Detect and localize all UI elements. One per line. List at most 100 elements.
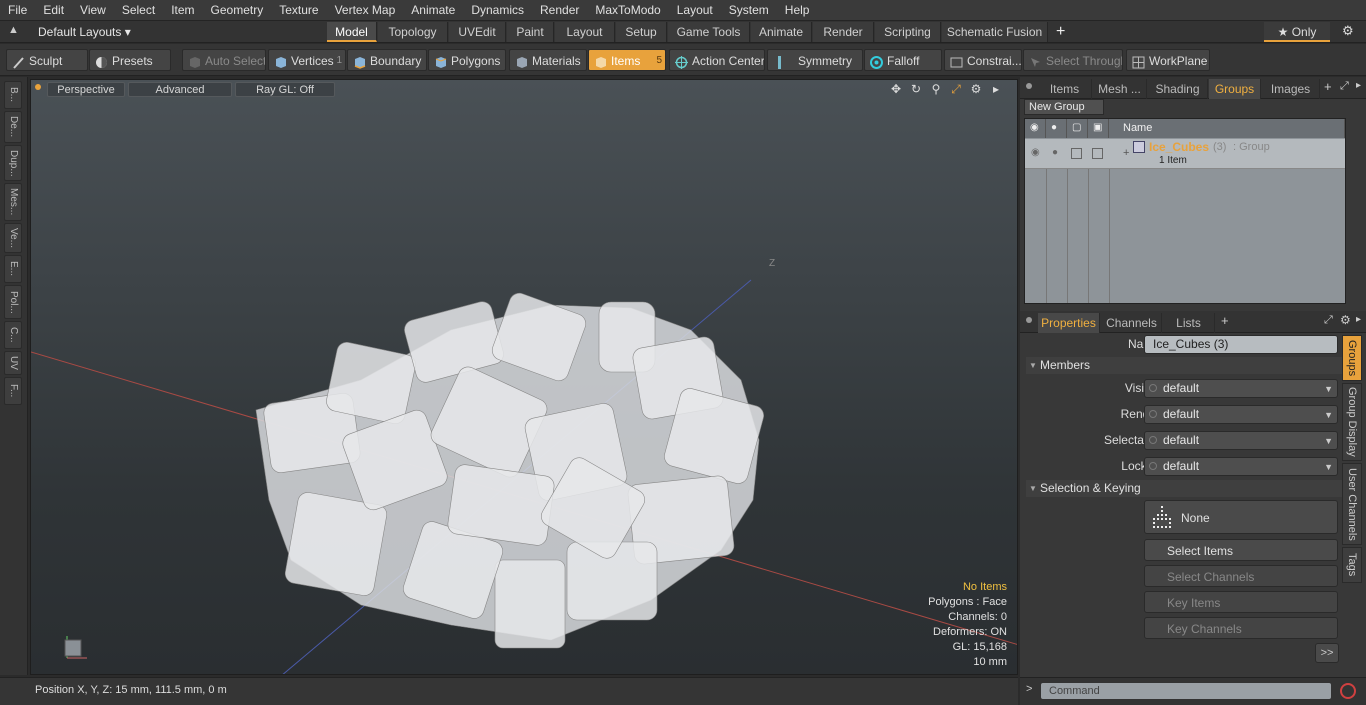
- tab-items[interactable]: Items: [1038, 79, 1092, 99]
- left-tab-duplicate[interactable]: Dup...: [4, 145, 22, 181]
- menu-select[interactable]: Select: [114, 0, 163, 21]
- boundary-button[interactable]: Boundary: [347, 49, 427, 71]
- presets-button[interactable]: Presets: [89, 49, 171, 71]
- animate-dot-icon[interactable]: [1149, 462, 1157, 470]
- animate-dot-icon[interactable]: [1149, 410, 1157, 418]
- select-checkbox[interactable]: [1071, 148, 1082, 159]
- more-button[interactable]: >>: [1315, 643, 1339, 663]
- left-tab-uv[interactable]: UV: [4, 351, 22, 375]
- members-section[interactable]: ▼ Members: [1026, 357, 1342, 374]
- tab-shading[interactable]: Shading: [1148, 79, 1208, 99]
- key-channels-button[interactable]: Key Channels: [1144, 617, 1338, 639]
- select-through-button[interactable]: Select Through: [1023, 49, 1123, 71]
- symmetry-button[interactable]: Symmetry: [767, 49, 863, 71]
- tab-game-tools[interactable]: Game Tools: [668, 22, 750, 42]
- lock-checkbox[interactable]: [1092, 148, 1103, 159]
- tab-setup[interactable]: Setup: [616, 22, 667, 42]
- expand-icon[interactable]: +: [1123, 147, 1129, 159]
- left-tab-edge[interactable]: E...: [4, 255, 22, 283]
- menu-help[interactable]: Help: [777, 0, 818, 21]
- group-list[interactable]: ◉ ● ▢ ▣ Name ◉ ● + Ice_Cubes (3) : Group…: [1024, 118, 1346, 304]
- none-button[interactable]: None: [1144, 500, 1338, 534]
- tab-uvedit[interactable]: UVEdit: [449, 22, 506, 42]
- tab-layout[interactable]: Layout: [555, 22, 615, 42]
- side-tab-groups[interactable]: Groups: [1342, 335, 1362, 381]
- add-tab-button[interactable]: +: [1056, 21, 1072, 43]
- layouts-dropdown[interactable]: Default Layouts ▾: [30, 21, 131, 43]
- left-tab-basic[interactable]: B...: [4, 81, 22, 109]
- tab-scripting[interactable]: Scripting: [875, 22, 941, 42]
- add-properties-tab[interactable]: +: [1221, 313, 1229, 328]
- lock-column-header[interactable]: ▣: [1088, 119, 1109, 138]
- panel-arrow-icon[interactable]: ▸: [1356, 80, 1361, 91]
- action-center-button[interactable]: Action Center: [669, 49, 765, 71]
- tab-channels[interactable]: Channels: [1102, 313, 1162, 333]
- properties-arrow-icon[interactable]: ▸: [1356, 314, 1361, 325]
- select-items-button[interactable]: Select Items: [1144, 539, 1338, 561]
- record-icon[interactable]: [1340, 683, 1356, 699]
- left-tab-mesh[interactable]: Mes...: [4, 183, 22, 221]
- menu-edit[interactable]: Edit: [35, 0, 72, 21]
- only-toggle[interactable]: ★ Only: [1264, 22, 1330, 42]
- animate-dot-icon[interactable]: [1149, 384, 1157, 392]
- key-items-button[interactable]: Key Items: [1144, 591, 1338, 613]
- side-tab-tags[interactable]: Tags: [1342, 547, 1362, 583]
- tab-paint[interactable]: Paint: [507, 22, 554, 42]
- menu-render[interactable]: Render: [532, 0, 587, 21]
- materials-button[interactable]: Materials: [509, 49, 587, 71]
- left-tab-deform[interactable]: De...: [4, 111, 22, 143]
- visible-dropdown[interactable]: default ▼: [1144, 379, 1338, 398]
- tab-properties[interactable]: Properties: [1038, 313, 1100, 333]
- selectable-dropdown[interactable]: default ▼: [1144, 431, 1338, 450]
- tab-render[interactable]: Render: [813, 22, 874, 42]
- polygons-button[interactable]: Polygons: [428, 49, 506, 71]
- locked-dropdown[interactable]: default ▼: [1144, 457, 1338, 476]
- properties-menu-dot[interactable]: [1026, 317, 1032, 323]
- list-item[interactable]: ◉ ● + Ice_Cubes (3) : Group 1 Item: [1025, 139, 1345, 169]
- add-panel-tab[interactable]: +: [1324, 79, 1332, 94]
- items-button[interactable]: Items 5: [588, 49, 666, 71]
- menu-layout[interactable]: Layout: [669, 0, 721, 21]
- tab-groups[interactable]: Groups: [1209, 79, 1261, 99]
- workplane-button[interactable]: WorkPlane: [1126, 49, 1210, 71]
- selection-keying-section[interactable]: ▼ Selection & Keying: [1026, 480, 1342, 497]
- tab-model[interactable]: Model: [327, 22, 377, 42]
- tab-animate[interactable]: Animate: [751, 22, 812, 42]
- tab-images[interactable]: Images: [1262, 79, 1320, 99]
- visibility-toggle-icon[interactable]: ◉: [1031, 147, 1040, 158]
- menu-geometry[interactable]: Geometry: [203, 0, 272, 21]
- menu-animate[interactable]: Animate: [403, 0, 463, 21]
- select-column-header[interactable]: ▢: [1067, 119, 1088, 138]
- left-tab-fusion[interactable]: F...: [4, 377, 22, 405]
- panel-maximize-icon[interactable]: ⤢: [1340, 80, 1349, 93]
- properties-maximize-icon[interactable]: ⤢: [1324, 314, 1333, 327]
- render-column-header[interactable]: ●: [1046, 119, 1067, 138]
- home-icon[interactable]: ▲: [8, 24, 22, 38]
- menu-vertex-map[interactable]: Vertex Map: [327, 0, 404, 21]
- tab-topology[interactable]: Topology: [378, 22, 448, 42]
- menu-system[interactable]: System: [721, 0, 777, 21]
- new-group-button[interactable]: New Group: [1024, 99, 1104, 115]
- sculpt-button[interactable]: Sculpt: [6, 49, 88, 71]
- select-channels-button[interactable]: Select Channels: [1144, 565, 1338, 587]
- panel-menu-dot[interactable]: [1026, 83, 1032, 89]
- name-column-header[interactable]: Name: [1109, 119, 1345, 138]
- vertices-button[interactable]: Vertices 1: [268, 49, 346, 71]
- menu-dynamics[interactable]: Dynamics: [463, 0, 532, 21]
- left-tab-curve[interactable]: C...: [4, 321, 22, 349]
- visibility-column-header[interactable]: ◉: [1025, 119, 1046, 138]
- falloff-button[interactable]: Falloff: [864, 49, 942, 71]
- tab-mesh[interactable]: Mesh ...: [1093, 79, 1147, 99]
- command-input[interactable]: Command: [1040, 682, 1332, 700]
- name-field[interactable]: Ice_Cubes (3): [1144, 335, 1338, 354]
- auto-select-button[interactable]: Auto Select: [182, 49, 266, 71]
- menu-item[interactable]: Item: [163, 0, 202, 21]
- menu-view[interactable]: View: [72, 0, 114, 21]
- tab-lists[interactable]: Lists: [1163, 313, 1215, 333]
- left-tab-polygon[interactable]: Pol...: [4, 285, 22, 319]
- side-tab-user-channels[interactable]: User Channels: [1342, 463, 1362, 545]
- gear-icon[interactable]: ⚙: [1342, 24, 1356, 38]
- tab-schematic-fusion[interactable]: Schematic Fusion: [942, 22, 1048, 42]
- 3d-viewport[interactable]: Perspective Advanced Ray GL: Off ✥ ↻ ⚲ ⤢…: [30, 79, 1018, 675]
- render-toggle-icon[interactable]: ●: [1052, 147, 1058, 158]
